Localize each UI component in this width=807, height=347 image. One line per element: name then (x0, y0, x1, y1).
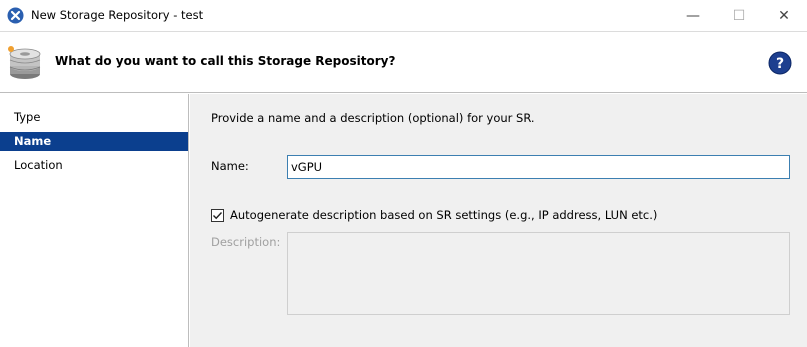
autogenerate-checkbox[interactable] (211, 208, 224, 222)
autogenerate-description-checkbox-row[interactable]: Autogenerate description based on SR set… (211, 208, 657, 222)
checkmark-icon (213, 211, 223, 219)
page-title: What do you want to call this Storage Re… (55, 54, 396, 68)
xenserver-icon (7, 7, 24, 24)
nav-item-name[interactable]: Name (0, 132, 188, 151)
title-bar[interactable]: New Storage Repository - test — ☐ ✕ (0, 0, 807, 31)
nav-item-type[interactable]: Type (0, 108, 188, 127)
description-field[interactable] (287, 232, 790, 315)
close-button[interactable]: ✕ (761, 0, 807, 31)
name-input[interactable] (287, 155, 790, 179)
wizard-header: What do you want to call this Storage Re… (0, 31, 807, 93)
help-glyph: ? (776, 56, 784, 72)
autogenerate-label[interactable]: Autogenerate description based on SR set… (230, 208, 657, 222)
main-panel: Provide a name and a description (option… (190, 94, 807, 347)
name-label: Name: (211, 159, 249, 173)
nav-item-location[interactable]: Location (0, 156, 188, 175)
storage-disk-icon (8, 46, 41, 79)
wizard-steps-nav: Type Name Location (0, 94, 189, 347)
description-label: Description: (211, 235, 281, 249)
intro-text: Provide a name and a description (option… (211, 111, 535, 125)
window-title: New Storage Repository - test (31, 8, 204, 22)
minimize-button[interactable]: — (670, 0, 716, 31)
maximize-button[interactable]: ☐ (716, 0, 762, 31)
help-icon[interactable]: ? (768, 51, 792, 75)
